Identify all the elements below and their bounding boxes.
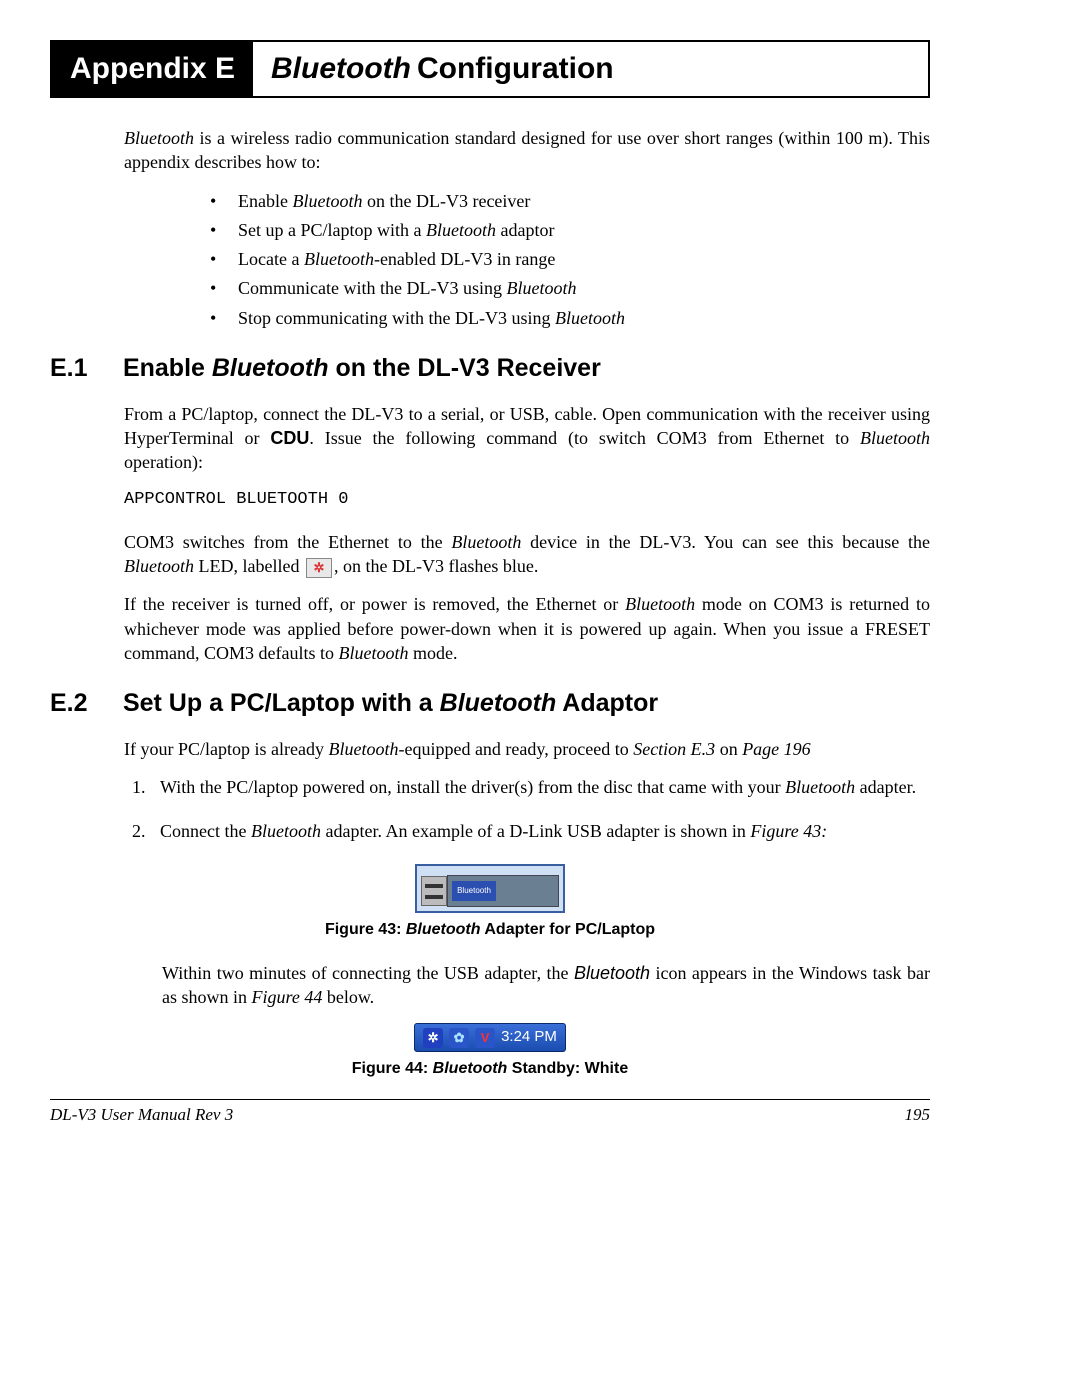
figure-43-caption: Figure 43: Bluetooth Adapter for PC/Lapt…: [50, 919, 930, 941]
appendix-title-rest: Configuration: [417, 49, 614, 90]
footer-rule: [50, 1099, 930, 1100]
page-footer: DL-V3 User Manual Rev 3 195: [50, 1104, 930, 1127]
list-item: Communicate with the DL-V3 using Bluetoo…: [210, 276, 930, 300]
usb-plug-icon: [421, 876, 447, 906]
step-1: With the PC/laptop powered on, install t…: [150, 775, 930, 799]
usb-label: Bluetooth: [452, 881, 496, 901]
section-number: E.1: [50, 352, 116, 386]
intro-bt: Bluetooth: [124, 128, 194, 148]
intro-bullet-list: Enable Bluetooth on the DL-V3 receiver S…: [210, 189, 930, 330]
footer-page-number: 195: [905, 1104, 931, 1127]
e2-steps: With the PC/laptop powered on, install t…: [150, 775, 930, 844]
footer-left: DL-V3 User Manual Rev 3: [50, 1104, 233, 1127]
command-text: APPCONTROL BLUETOOTH 0: [124, 489, 930, 512]
tray-icon: V: [475, 1028, 495, 1048]
e1-paragraph-3: If the receiver is turned off, or power …: [124, 592, 930, 665]
tray-icon: ✿: [449, 1028, 469, 1048]
bluetooth-tray-icon: ✲: [423, 1028, 443, 1048]
usb-stick-icon: Bluetooth: [447, 875, 559, 907]
figure-44: ✲ ✿ V 3:24 PM: [50, 1023, 930, 1051]
list-item: Set up a PC/laptop with a Bluetooth adap…: [210, 218, 930, 242]
appendix-header: Appendix E Bluetooth Configuration: [50, 40, 930, 98]
bluetooth-led-icon: ✲: [306, 558, 332, 578]
section-e2-heading: E.2 Set Up a PC/Laptop with a Bluetooth …: [50, 687, 930, 721]
section-e1-heading: E.1 Enable Bluetooth on the DL-V3 Receiv…: [50, 352, 930, 386]
e1-paragraph-1: From a PC/laptop, connect the DL-V3 to a…: [124, 402, 930, 475]
e1-paragraph-2: COM3 switches from the Ethernet to the B…: [124, 530, 930, 579]
appendix-title: Bluetooth Configuration: [253, 42, 632, 96]
e2-paragraph-after-fig43: Within two minutes of connecting the USB…: [162, 961, 930, 1010]
usb-adapter-image: Bluetooth: [415, 864, 565, 914]
tray-clock: 3:24 PM: [501, 1027, 557, 1047]
figure-44-caption: Figure 44: Bluetooth Standby: White: [50, 1058, 930, 1080]
list-item: Locate a Bluetooth-enabled DL-V3 in rang…: [210, 247, 930, 271]
list-item: Enable Bluetooth on the DL-V3 receiver: [210, 189, 930, 213]
step-2: Connect the Bluetooth adapter. An exampl…: [150, 819, 930, 843]
appendix-label: Appendix E: [52, 42, 253, 96]
windows-tray: ✲ ✿ V 3:24 PM: [414, 1023, 566, 1051]
e2-paragraph-1: If your PC/laptop is already Bluetooth-e…: [124, 737, 930, 761]
list-item: Stop communicating with the DL-V3 using …: [210, 306, 930, 330]
figure-43: Bluetooth: [50, 864, 930, 914]
appendix-title-bt: Bluetooth: [271, 49, 411, 90]
section-number: E.2: [50, 687, 116, 721]
intro-paragraph: Bluetooth is a wireless radio communicat…: [124, 126, 930, 175]
